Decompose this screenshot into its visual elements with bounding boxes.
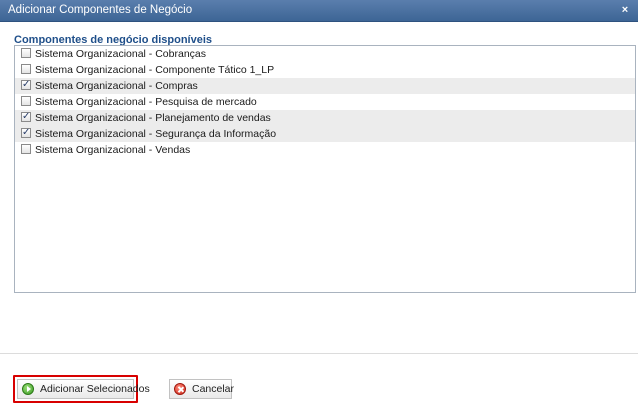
list-item[interactable]: Sistema Organizacional - Cobranças xyxy=(15,46,635,62)
list-item-label: Sistema Organizacional - Planejamento de… xyxy=(35,112,271,124)
add-selected-label: Adicionar Selecionados xyxy=(40,383,150,395)
list-item-label: Sistema Organizacional - Cobranças xyxy=(35,48,206,60)
dialog-title: Adicionar Componentes de Negócio xyxy=(8,4,193,16)
list-item[interactable]: ✓ Sistema Organizacional - Segurança da … xyxy=(15,126,635,142)
add-circle-icon xyxy=(22,383,34,395)
checkbox[interactable] xyxy=(21,64,31,74)
list-item-label: Sistema Organizacional - Segurança da In… xyxy=(35,128,277,140)
footer-divider xyxy=(0,353,638,354)
list-item-label: Sistema Organizacional - Componente Táti… xyxy=(35,64,275,76)
checkmark-icon: ✓ xyxy=(22,111,31,122)
list-item[interactable]: Sistema Organizacional - Vendas xyxy=(15,142,635,158)
components-listbox[interactable]: Sistema Organizacional - Cobranças Siste… xyxy=(14,45,636,293)
checkmark-icon: ✓ xyxy=(22,79,31,90)
list-item[interactable]: Sistema Organizacional - Componente Táti… xyxy=(15,62,635,78)
checkbox[interactable]: ✓ xyxy=(21,79,31,90)
checkbox[interactable]: ✓ xyxy=(21,111,31,122)
add-selected-button[interactable]: Adicionar Selecionados xyxy=(17,379,150,399)
add-business-components-dialog: Adicionar Componentes de Negócio × Compo… xyxy=(0,0,638,411)
checkbox[interactable] xyxy=(21,48,31,58)
list-item[interactable]: Sistema Organizacional - Pesquisa de mer… xyxy=(15,94,635,110)
list-item[interactable]: ✓ Sistema Organizacional - Compras xyxy=(15,78,635,94)
list-item[interactable]: ✓ Sistema Organizacional - Planejamento … xyxy=(15,110,635,126)
list-item-label: Sistema Organizacional - Pesquisa de mer… xyxy=(35,96,257,108)
checkmark-icon: ✓ xyxy=(22,127,31,138)
checkbox[interactable] xyxy=(21,144,31,154)
close-icon[interactable]: × xyxy=(618,3,632,17)
cancel-button[interactable]: Cancelar xyxy=(169,379,235,399)
dialog-titlebar[interactable]: Adicionar Componentes de Negócio × xyxy=(0,0,638,22)
list-item-label: Sistema Organizacional - Compras xyxy=(35,80,198,92)
cancel-circle-icon xyxy=(174,383,186,395)
cancel-label: Cancelar xyxy=(192,383,235,395)
checkbox[interactable]: ✓ xyxy=(21,127,31,138)
list-item-label: Sistema Organizacional - Vendas xyxy=(35,144,191,156)
checkbox[interactable] xyxy=(21,96,31,106)
